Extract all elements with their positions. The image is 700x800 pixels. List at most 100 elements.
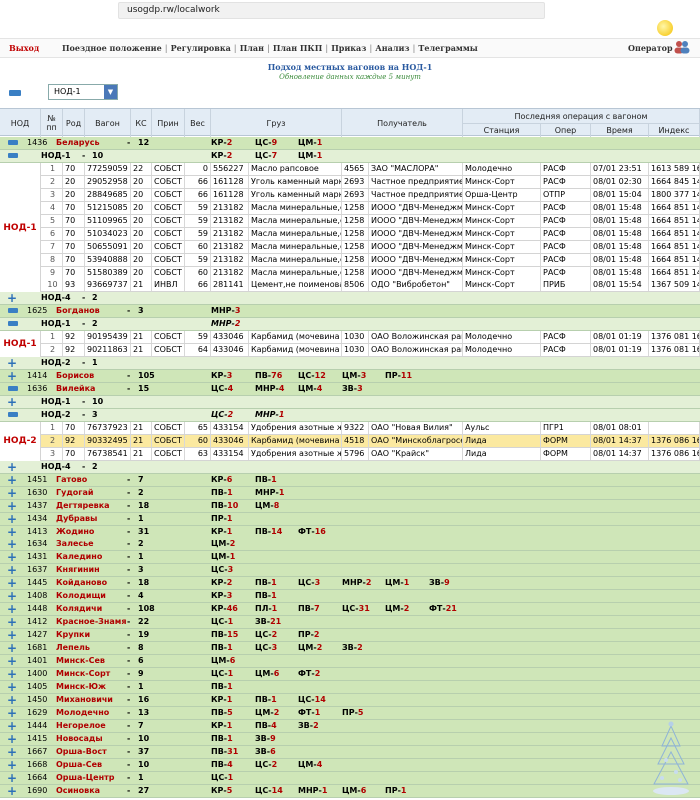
collapse-icon[interactable] (8, 152, 18, 158)
expand-icon[interactable]: + (7, 357, 17, 369)
collapse-icon[interactable] (8, 386, 18, 392)
wagon-row[interactable]: 9 70 51580389 20 СОБСТ 60 213182 Масла минераль… (0, 266, 700, 280)
station-row[interactable]: +1405 Минск-Юж -1 ПВ-1 (0, 680, 700, 694)
nod-subgroup-row[interactable]: + НОД-1 -10 (0, 396, 700, 409)
col-poluch[interactable]: Получатель (342, 109, 463, 137)
expand-icon[interactable]: + (7, 370, 17, 382)
expand-icon[interactable]: + (7, 772, 17, 784)
station-row[interactable]: +1630 Гудогай -2 ПВ-1 МНР-1 (0, 486, 700, 500)
menu-item[interactable]: План ПКП (273, 43, 322, 53)
station-row[interactable]: +1664 Орша-Центр -1 ЦС-1 (0, 771, 700, 785)
expand-icon[interactable]: + (7, 785, 17, 797)
col-time[interactable]: Время (591, 123, 649, 137)
station-row[interactable]: +1431 Каледино -1 ЦМ-1 (0, 551, 700, 565)
col-num[interactable]: № пп (41, 109, 63, 137)
url-field[interactable]: usogdp.rw/localwork (118, 2, 545, 19)
expand-icon[interactable]: + (7, 629, 17, 641)
nod-subgroup-row[interactable]: + НОД-4 -2 (0, 292, 700, 306)
expand-icon[interactable]: + (7, 526, 17, 538)
menu-item[interactable]: Приказ (331, 43, 366, 53)
nod-subgroup-row[interactable]: + НОД-2 -1 (0, 357, 700, 371)
station-row[interactable]: +1681 Лепель -8 ПВ-1 ЦС-3 ЦМ-2 ЗВ-2 (0, 642, 700, 656)
expand-icon[interactable]: + (7, 746, 17, 758)
col-ks[interactable]: КС (131, 109, 152, 137)
expand-icon[interactable]: + (7, 759, 17, 771)
menu-item[interactable]: Регулировка (171, 43, 231, 53)
collapse-all-toggle[interactable] (9, 90, 21, 96)
nod-subgroup-row[interactable]: НОД-2 -3 ЦС-2 МНР-1 (0, 408, 700, 422)
station-row[interactable]: +1450 Михановичи -16 КР-1 ПВ-1 ЦС-14 (0, 693, 700, 707)
wagon-row[interactable]: 1 92 90195439 21 СОБСТ 59 433046 Карбамид (моче… (0, 331, 700, 345)
col-wagon[interactable]: Вагон (85, 109, 131, 137)
station-row[interactable]: +1668 Орша-Сев -10 ПВ-4 ЦС-2 ЦМ-4 (0, 758, 700, 772)
menu-item[interactable]: План (240, 43, 264, 53)
station-row[interactable]: 1636 Вилейка -15 ЦС-4 МНР-4 ЦМ-4 ЗВ-3 (0, 383, 700, 397)
expand-icon[interactable]: + (7, 474, 17, 486)
station-row[interactable]: +1414 Борисов -105 КР-3 ПВ-76 ЦС-12 ЦМ-3 ПР-11 (0, 370, 700, 384)
wagon-row[interactable]: 1 70 76737923 21 СОБСТ 65 433154 Удобрения азот… (0, 421, 700, 435)
collapse-icon[interactable] (8, 308, 18, 314)
nod-subgroup-row[interactable]: + НОД-4 -2 (0, 460, 700, 474)
chevron-down-icon[interactable]: ▼ (104, 85, 117, 99)
wagon-row[interactable]: 2 20 29052958 20 СОБСТ 66 161128 Уголь каменный… (0, 175, 700, 189)
station-row[interactable]: 1625 Богданов -3 МНР-3 (0, 305, 700, 319)
expand-icon[interactable]: + (7, 681, 17, 693)
col-nod[interactable]: НОД (0, 109, 41, 137)
expand-icon[interactable]: + (7, 720, 17, 732)
expand-icon[interactable]: + (7, 616, 17, 628)
col-ves[interactable]: Вес (185, 109, 211, 137)
expand-icon[interactable]: + (7, 603, 17, 615)
expand-icon[interactable]: + (7, 564, 17, 576)
expand-icon[interactable]: + (7, 668, 17, 680)
nod-subgroup-row[interactable]: НОД-1-2 МНР-2 (0, 318, 700, 332)
menu-item[interactable]: Анализ (375, 43, 409, 53)
station-row[interactable]: +1667 Орша-Вост -37 ПВ-31 ЗВ-6 (0, 745, 700, 759)
station-row[interactable]: +1437 Дегтяревка -18 ПВ-10 ЦМ-8 (0, 499, 700, 513)
expand-icon[interactable]: + (7, 396, 17, 408)
wagon-row[interactable]: 2 92 90211863 21 СОБСТ 64 433046 Карбамид (моче… (0, 344, 700, 358)
exit-link[interactable]: Выход (9, 43, 39, 53)
wagon-row[interactable]: 10 93 93669737 21 ИНВЛ 66 281141 Цемент,не поим… (0, 279, 700, 293)
collapse-icon[interactable] (8, 140, 18, 145)
wagon-row[interactable]: 5 70 51109965 20 СОБСТ 59 213182 Масла минераль… (0, 214, 700, 228)
station-row[interactable]: +1434 Дубравы -1 ПР-1 (0, 512, 700, 526)
station-row[interactable]: +1445 Койданово -18 КР-2 ПВ-1 ЦС-3 МНР-2 ЦМ-1 ЗВ… (0, 577, 700, 591)
expand-icon[interactable]: + (7, 500, 17, 512)
wagon-row[interactable]: 3 20 28849685 20 СОБСТ 66 161128 Уголь каменный… (0, 188, 700, 202)
collapse-icon[interactable] (8, 411, 18, 417)
wagon-row[interactable]: 3 70 76738541 21 СОБСТ 63 433154 Удобрения азот… (0, 447, 700, 461)
station-row[interactable]: +1637 Княгинин -3 ЦС-3 (0, 564, 700, 578)
station-row[interactable]: +1444 Негорелое -7 КР-1 ПВ-4 ЗВ-2 (0, 719, 700, 733)
wagon-row[interactable]: 4 70 51215085 20 СОБСТ 59 213182 Масла минераль… (0, 201, 700, 215)
station-row[interactable]: +1401 Минск-Сев -6 ЦМ-6 (0, 655, 700, 668)
expand-icon[interactable]: + (7, 487, 17, 499)
col-prin[interactable]: Прин (152, 109, 185, 137)
station-row[interactable]: +1413 Жодино -31 КР-1 ПВ-14 ФТ-16 (0, 525, 700, 539)
operator-label[interactable]: Оператор (628, 43, 673, 53)
col-oper[interactable]: Опер (541, 123, 591, 137)
collapse-icon[interactable] (8, 321, 18, 327)
expand-icon[interactable]: + (7, 577, 17, 589)
station-row[interactable]: +1690 Осиновка -27 КР-5 ЦС-14 МНР-1 ЦМ-6 ПР-1 (0, 784, 700, 798)
station-row[interactable]: +1448 Колядичи -108 КР-46 ПЛ-1 ПВ-7 ЦС-31 ЦМ-2 Ф… (0, 603, 700, 617)
col-index[interactable]: Индекс (649, 123, 700, 137)
expand-icon[interactable]: + (7, 461, 17, 473)
col-rod[interactable]: Род (63, 109, 85, 137)
expand-icon[interactable]: + (7, 513, 17, 525)
expand-icon[interactable]: + (7, 538, 17, 550)
expand-icon[interactable]: + (7, 292, 17, 304)
menu-item[interactable]: Поездное положение (62, 43, 162, 53)
expand-icon[interactable]: + (7, 551, 17, 563)
station-row[interactable]: +1427 Крупки -19 ПВ-15 ЦС-2 ПР-2 (0, 629, 700, 643)
wagon-row[interactable]: 7 70 50655091 20 СОБСТ 60 213182 Масла минераль… (0, 240, 700, 254)
col-gruz[interactable]: Груз (211, 109, 342, 137)
expand-icon[interactable]: + (7, 694, 17, 706)
station-row[interactable]: +1400 Минск-Сорт -9 ЦС-1 ЦМ-6 ФТ-2 (0, 667, 700, 681)
station-row[interactable]: +1415 Новосады -10 ПВ-1 ЗВ-9 (0, 732, 700, 746)
station-row[interactable]: +1412 Красное-Знамя -22 ЦС-1 ЗВ-21 (0, 616, 700, 630)
nod-select[interactable]: НОД-1 ▼ (48, 84, 118, 100)
wagon-row[interactable]: 8 70 53940888 20 СОБСТ 59 213182 Масла минераль… (0, 253, 700, 267)
station-row[interactable]: +1629 Молодечно -13 ПВ-5 ЦМ-2 ФТ-1 ПР-5 (0, 706, 700, 720)
expand-icon[interactable]: + (7, 590, 17, 602)
station-row[interactable]: 1436 Беларусь -12 КР-2 ЦС-9 ЦМ-1 (0, 137, 700, 150)
